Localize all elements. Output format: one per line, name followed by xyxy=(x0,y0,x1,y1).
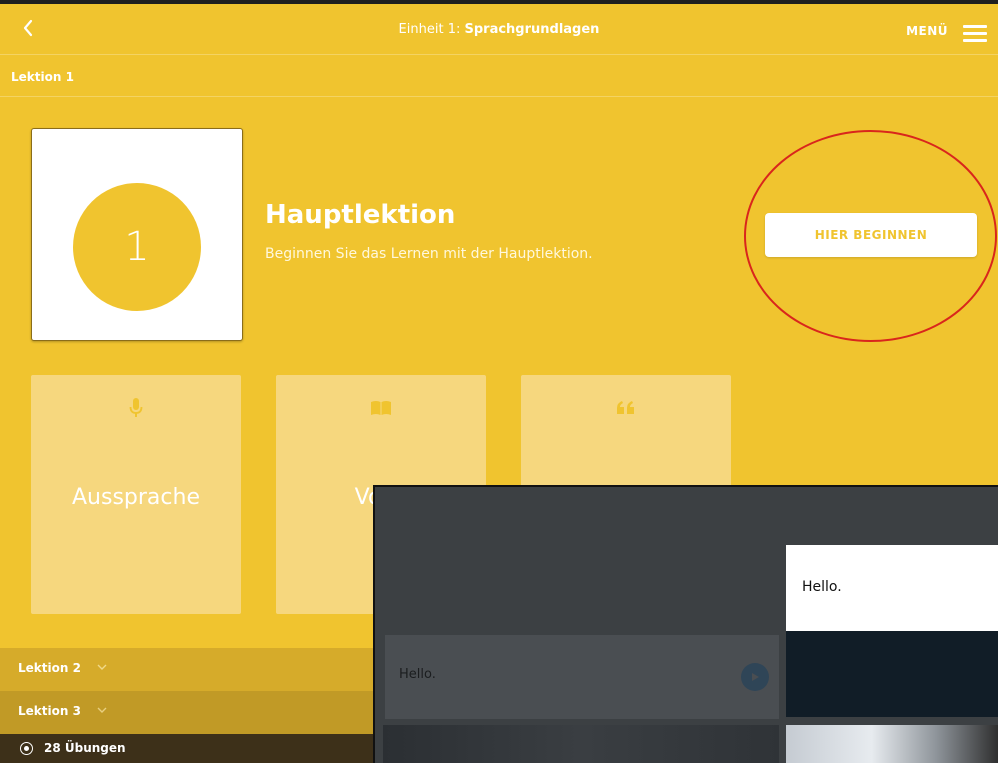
title-prefix: Einheit 1: xyxy=(398,22,461,37)
microphone-icon xyxy=(31,397,241,419)
phrase-card[interactable]: Hello. xyxy=(385,635,779,719)
top-bar: Einheit 1: Sprachgrundlagen MENÜ xyxy=(0,0,998,54)
play-button[interactable] xyxy=(741,663,769,691)
lesson-subtitle: Beginnen Sie das Lernen mit der Hauptlek… xyxy=(265,246,593,262)
divider xyxy=(0,54,998,55)
lesson-card[interactable]: 1 xyxy=(31,128,243,341)
menu-label[interactable]: MENÜ xyxy=(906,24,948,38)
quote-icon xyxy=(521,397,731,419)
exercise-count: 28 Übungen xyxy=(44,741,126,755)
tile-pronunciation[interactable]: Aussprache xyxy=(31,375,241,614)
lesson-header[interactable]: Lektion 1 xyxy=(11,70,74,84)
phrase-text: Hello. xyxy=(802,579,842,595)
page-title: Einheit 1: Sprachgrundlagen xyxy=(0,22,998,37)
phrase-card-right[interactable]: Hello. xyxy=(786,545,998,631)
title-unit-name: Sprachgrundlagen xyxy=(464,22,600,37)
divider xyxy=(0,96,998,97)
start-here-button[interactable]: HIER BEGINNEN xyxy=(765,213,977,257)
hamburger-menu-icon[interactable] xyxy=(963,25,987,43)
lesson-title: Hauptlektion xyxy=(265,200,456,230)
phrase-text: Hello. xyxy=(399,667,436,682)
lesson-number-badge: 1 xyxy=(73,183,201,311)
lesson-row-label: Lektion 2 xyxy=(18,661,81,675)
dark-panel xyxy=(786,631,998,717)
play-icon xyxy=(752,673,759,681)
radio-icon xyxy=(20,742,33,755)
lesson-row-label: Lektion 3 xyxy=(18,704,81,718)
photo xyxy=(786,725,998,763)
tile-label: Aussprache xyxy=(72,485,200,510)
chevron-down-icon xyxy=(97,707,107,713)
overlay-screenshot: Hello. Hello. xyxy=(373,485,998,763)
photo xyxy=(383,725,779,763)
chevron-down-icon xyxy=(97,664,107,670)
book-icon xyxy=(276,397,486,419)
